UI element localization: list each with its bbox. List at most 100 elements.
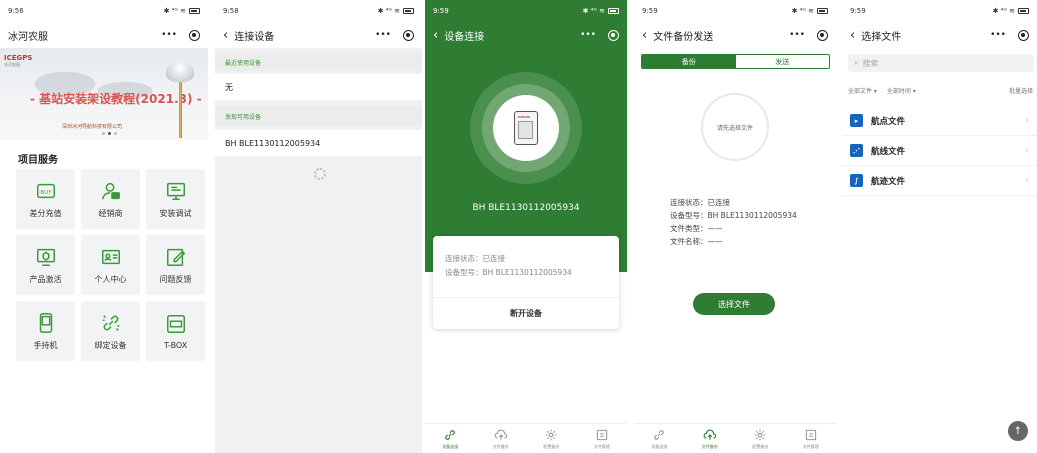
service-item-activate[interactable]: 产品激活 [16, 235, 75, 295]
service-item-dealer[interactable]: 经销商 [81, 169, 140, 229]
loading-spinner-icon [314, 168, 326, 180]
link-icon [654, 429, 664, 440]
service-item-bind[interactable]: 绑定设备 [81, 301, 140, 361]
waypoint-file-icon: ▸ [850, 114, 863, 127]
service-item-handheld[interactable]: 手持机 [16, 301, 75, 361]
home-screen: 9:56 ✱ ⁴ᴳ ≋ 冰河农服 ••• ICEGPS 冰河农服 - 基站安装架设… [0, 0, 208, 453]
tab-file-manage[interactable]: 文件管理 [791, 428, 831, 450]
close-mini-program-icon[interactable] [189, 29, 200, 41]
recent-devices-header: 最近使用设备 [215, 53, 422, 71]
tab-file-backup[interactable]: 文件备份 [690, 428, 730, 450]
service-item-tbox[interactable]: T-BOX [146, 301, 205, 361]
status-time: 9:59 [642, 7, 658, 15]
track-file-icon: ∫ [850, 174, 863, 187]
section-title: 项目服务 [18, 155, 58, 166]
list-item-waypoint[interactable]: ▸ 航点文件 › [842, 106, 1037, 136]
tab-file-manage[interactable]: 文件管理 [582, 428, 622, 450]
close-mini-program-icon[interactable] [403, 29, 414, 41]
back-icon[interactable]: ‹ [642, 29, 647, 42]
search-input[interactable]: ⌕ 搜索 [848, 54, 1034, 72]
bottom-tabbar: 设备连接 文件备份 配置备份 文件管理 [425, 423, 627, 453]
chevron-right-icon: › [1025, 175, 1029, 186]
close-mini-program-icon[interactable] [817, 29, 828, 41]
service-label: 手持机 [33, 340, 58, 350]
service-label: T-BOX [163, 340, 188, 350]
mini-program-capsule: ••• [990, 29, 1029, 41]
link-icon [445, 429, 456, 440]
battery-icon [608, 8, 619, 14]
brand-logo: ICEGPS 冰河农服 [4, 54, 33, 67]
select-file-screen: 9:59 ✱ ⁴ᴳ ≋ ‹ 选择文件 ••• ⌕ 搜索 全部文件 ▾ 全部时间 … [842, 0, 1037, 453]
back-icon[interactable]: ‹ [850, 29, 855, 42]
search-placeholder: 搜索 [862, 58, 879, 68]
available-device-row[interactable]: BH BLE1130112005934 [215, 130, 422, 156]
available-devices-header: 发现可用设备 [215, 107, 422, 125]
tab-device-connect[interactable]: 设备连接 [639, 428, 679, 450]
device-connection-screen: 9:59 ✱ ⁴ᴳ ≋ ‹ 设备连接 ••• ICEGPS BH BLE1130… [425, 0, 627, 453]
device-navbar: ‹ 设备连接 ••• [425, 22, 627, 48]
segment-send[interactable]: 发送 [736, 55, 830, 68]
tab-config-backup[interactable]: 配置备份 [740, 428, 780, 450]
status-bar: 9:59 ✱ ⁴ᴳ ≋ [842, 0, 1037, 22]
status-icons: ✱ ⁴ᴳ ≋ [378, 7, 414, 15]
more-menu-button[interactable]: ••• [580, 30, 596, 40]
more-menu-button[interactable]: ••• [375, 30, 391, 40]
mini-program-capsule: ••• [789, 29, 828, 41]
more-menu-button[interactable]: ••• [161, 30, 177, 40]
svg-text:BUY: BUY [40, 189, 52, 195]
page-title: 设备连接 [444, 31, 485, 43]
batch-select-button[interactable]: 批量选择 [1009, 86, 1033, 95]
service-item-recharge[interactable]: BUY 差分充值 [16, 169, 75, 229]
file-type: 文件类型：—— [670, 224, 723, 233]
back-icon[interactable]: ‹ [223, 29, 228, 42]
device-name: BH BLE1130112005934 [472, 203, 580, 213]
service-item-feedback[interactable]: 问题反馈 [146, 235, 205, 295]
filter-bar: 全部文件 ▾ 全部时间 ▾ 批量选择 [848, 86, 1033, 95]
feedback-edit-icon [165, 246, 187, 268]
list-item-track[interactable]: ∫ 航迹文件 › [842, 166, 1037, 196]
close-mini-program-icon[interactable] [608, 29, 619, 41]
file-placeholder-circle: 请先选择文件 [701, 93, 769, 161]
connect-navbar: ‹ 连接设备 ••• [215, 22, 422, 48]
back-icon[interactable]: ‹ [433, 29, 438, 42]
arrow-up-icon: ↑ [1013, 425, 1023, 437]
scroll-to-top-button[interactable]: ↑ [1008, 421, 1028, 441]
status-icons: ✱ ⁴ᴳ ≋ [993, 7, 1029, 15]
service-grid: BUY 差分充值 经销商 安装调试 产品激活 个人中心 问题反馈 手持机 绑定设… [16, 169, 205, 361]
close-mini-program-icon[interactable] [1018, 29, 1029, 41]
tab-file-backup[interactable]: 文件备份 [481, 428, 521, 450]
banner-title: - 基站安装架设教程(2021.3) - [30, 92, 202, 106]
chevron-right-icon: › [1025, 115, 1029, 126]
product-activate-icon [35, 246, 57, 268]
segment-backup[interactable]: 备份 [642, 55, 736, 68]
battery-icon [817, 8, 828, 14]
device-model: 设备型号：BH BLE1130112005934 [445, 268, 572, 277]
status-icons: ✱ ⁴ᴳ ≋ [792, 7, 828, 15]
connect-device-screen: 9:58 ✱ ⁴ᴳ ≋ ‹ 连接设备 ••• 最近使用设备 无 发现可用设备 B… [215, 0, 422, 453]
handheld-device-icon: ICEGPS [514, 111, 538, 145]
disconnect-button[interactable]: 断开设备 [433, 300, 619, 326]
cloud-upload-icon [703, 428, 716, 440]
battery-icon [403, 8, 414, 14]
tab-device-connect[interactable]: 设备连接 [430, 428, 470, 450]
mini-program-capsule: ••• [161, 29, 200, 41]
status-icons: ✱ ⁴ᴳ ≋ [583, 7, 619, 15]
service-label: 问题反馈 [159, 274, 192, 284]
recent-device-row: 无 [215, 74, 422, 100]
filter-all-time[interactable]: 全部时间 ▾ [887, 86, 916, 95]
more-menu-button[interactable]: ••• [789, 30, 805, 40]
more-menu-button[interactable]: ••• [990, 30, 1006, 40]
select-file-button[interactable]: 选择文件 [693, 293, 775, 315]
file-name: 文件名称：—— [670, 237, 723, 246]
list-item-route[interactable]: ⋰ 航线文件 › [842, 136, 1037, 166]
status-time: 9:58 [223, 7, 239, 15]
banner-subtitle: 深圳冰河导航科技有限公司 [62, 124, 123, 130]
service-label: 安装调试 [159, 208, 192, 218]
service-item-profile[interactable]: 个人中心 [81, 235, 140, 295]
page-title: 选择文件 [861, 31, 902, 43]
service-item-install[interactable]: 安装调试 [146, 169, 205, 229]
tab-config-backup[interactable]: 配置备份 [531, 428, 571, 450]
service-label: 经销商 [98, 208, 123, 218]
filter-all-files[interactable]: 全部文件 ▾ [848, 86, 877, 95]
tutorial-banner[interactable]: ICEGPS 冰河农服 - 基站安装架设教程(2021.3) - 深圳冰河导航科技… [0, 48, 208, 140]
